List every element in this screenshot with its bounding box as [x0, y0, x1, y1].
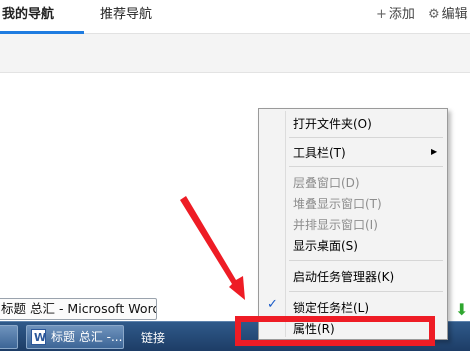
menu-item-show-desktop[interactable]: 显示桌面(S): [293, 237, 358, 254]
menu-separator: [289, 260, 443, 261]
menu-separator: [289, 291, 443, 292]
menu-separator: [289, 137, 443, 138]
menu-item-task-manager[interactable]: 启动任务管理器(K): [293, 268, 394, 285]
menu-item-stack-windows: 堆叠显示窗口(T): [293, 197, 382, 211]
menu-item-toolbars[interactable]: 工具栏(T): [293, 144, 346, 161]
menu-item-open-folder[interactable]: 打开文件夹(O): [293, 115, 372, 132]
menu-item-cascade-windows: 层叠窗口(D): [293, 176, 360, 190]
menu-separator: [289, 166, 443, 167]
taskbar-context-menu: 打开文件夹(O) 工具栏(T) ▶ 层叠窗口(D) 堆叠显示窗口(T) 并排显示…: [258, 108, 448, 340]
menu-item-lock-taskbar[interactable]: 锁定任务栏(L): [293, 299, 369, 316]
annotation-highlight-box: [235, 316, 435, 346]
annotation-arrow-shape: [180, 196, 245, 300]
submenu-arrow-icon: ▶: [431, 147, 438, 156]
menu-gutter: [285, 111, 286, 337]
menu-item-side-by-side: 并排显示窗口(I): [293, 218, 378, 232]
check-icon: ✓: [267, 297, 278, 312]
